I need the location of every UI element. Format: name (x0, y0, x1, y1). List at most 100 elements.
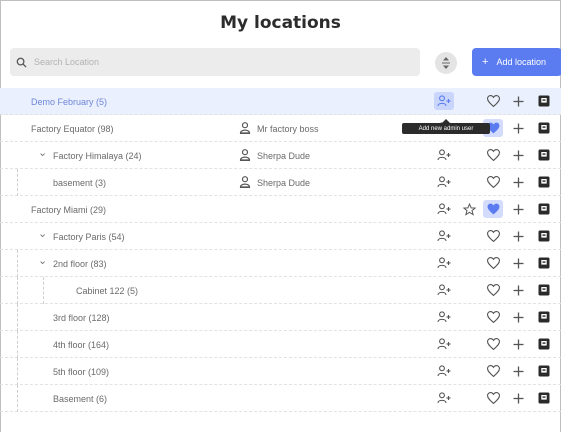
add-admin-user-icon[interactable] (434, 173, 454, 191)
heart-icon[interactable] (483, 200, 503, 218)
location-row[interactable]: Demo February (5) (0, 88, 561, 115)
add-admin-user-icon[interactable] (434, 227, 454, 245)
tree-guide-line (17, 169, 18, 196)
tree-guide-line (17, 277, 18, 304)
device-box-icon[interactable] (534, 227, 554, 245)
search-bar[interactable] (10, 48, 420, 76)
location-name[interactable]: 4th floor (164) (53, 340, 109, 350)
location-name[interactable]: Factory Himalaya (24) (53, 151, 142, 161)
chevron-down-icon[interactable]: ⌄ (38, 254, 47, 267)
device-box-icon[interactable] (534, 92, 554, 110)
heart-icon[interactable] (483, 281, 503, 299)
device-box-icon[interactable] (534, 335, 554, 353)
tree-guide-line (17, 385, 18, 412)
star-icon[interactable] (459, 200, 479, 218)
sort-icon (442, 57, 450, 69)
page-title: My locations (220, 13, 341, 33)
location-admin: Sherpa Dude (239, 149, 310, 163)
tree-guide-line (17, 358, 18, 385)
heart-icon[interactable] (483, 173, 503, 191)
location-row[interactable]: 3rd floor (128) (0, 304, 561, 331)
add-sublocation-icon[interactable] (508, 335, 528, 353)
add-admin-user-icon[interactable] (434, 146, 454, 164)
tree-guide-line (17, 304, 18, 331)
location-name[interactable]: Factory Equator (98) (31, 124, 114, 134)
heart-icon[interactable] (483, 308, 503, 326)
plus-icon: + (482, 56, 489, 68)
location-name[interactable]: Basement (6) (53, 394, 107, 404)
add-admin-user-icon[interactable] (434, 389, 454, 407)
chevron-down-icon[interactable]: ⌄ (38, 227, 47, 240)
device-box-icon[interactable] (534, 308, 554, 326)
location-admin: Sherpa Dude (239, 176, 310, 190)
location-name[interactable]: 5th floor (109) (53, 367, 109, 377)
admin-name: Sherpa Dude (257, 151, 311, 161)
sort-button[interactable] (435, 52, 457, 74)
tree-guide-line (17, 250, 18, 277)
location-name[interactable]: Factory Paris (54) (53, 232, 125, 242)
device-box-icon[interactable] (534, 254, 554, 272)
tooltip-text: Add new admin user (418, 125, 474, 132)
heart-icon[interactable] (483, 362, 503, 380)
add-location-button[interactable]: + Add location (472, 48, 561, 76)
heart-icon[interactable] (483, 92, 503, 110)
device-box-icon[interactable] (534, 389, 554, 407)
location-row[interactable]: ⌄ Factory Paris (54) (0, 223, 561, 250)
add-admin-user-icon[interactable] (434, 335, 454, 353)
admin-name: Sherpa Dude (257, 178, 311, 188)
heart-icon[interactable] (483, 227, 503, 245)
locations-list: Demo February (5) Factory Equator (98) Mr … (0, 88, 561, 412)
location-name[interactable]: Demo February (5) (31, 97, 107, 107)
admin-user-icon (239, 176, 251, 190)
location-name[interactable]: Cabinet 122 (5) (76, 286, 138, 296)
tooltip: Add new admin user (402, 119, 490, 134)
location-row[interactable]: Basement (6) (0, 385, 561, 412)
device-box-icon[interactable] (534, 146, 554, 164)
search-icon (16, 57, 27, 68)
add-admin-user-icon[interactable] (434, 281, 454, 299)
add-sublocation-icon[interactable] (508, 173, 528, 191)
device-box-icon[interactable] (534, 119, 554, 137)
add-sublocation-icon[interactable] (508, 146, 528, 164)
device-box-icon[interactable] (534, 281, 554, 299)
location-row[interactable]: ⌄ Factory Himalaya (24) Sherpa Dude (0, 142, 561, 169)
heart-icon[interactable] (483, 335, 503, 353)
add-sublocation-icon[interactable] (508, 119, 528, 137)
add-location-label: Add location (496, 57, 546, 67)
tree-guide-line (43, 277, 44, 304)
device-box-icon[interactable] (534, 200, 554, 218)
add-sublocation-icon[interactable] (508, 227, 528, 245)
admin-user-icon (239, 149, 251, 163)
search-input[interactable] (34, 57, 394, 67)
location-name[interactable]: 2nd floor (83) (53, 259, 107, 269)
admin-name: Mr factory boss (257, 124, 319, 134)
location-row[interactable]: 4th floor (164) (0, 331, 561, 358)
location-row[interactable]: basement (3) Sherpa Dude (0, 169, 561, 196)
add-sublocation-icon[interactable] (508, 281, 528, 299)
add-admin-user-icon[interactable] (434, 254, 454, 272)
heart-icon[interactable] (483, 146, 503, 164)
add-sublocation-icon[interactable] (508, 92, 528, 110)
chevron-down-icon[interactable]: ⌄ (38, 146, 47, 159)
location-name[interactable]: 3rd floor (128) (53, 313, 110, 323)
add-admin-user-icon[interactable] (434, 200, 454, 218)
location-name[interactable]: Factory Miami (29) (31, 205, 106, 215)
location-row[interactable]: Factory Miami (29) (0, 196, 561, 223)
add-sublocation-icon[interactable] (508, 362, 528, 380)
heart-icon[interactable] (483, 254, 503, 272)
location-name[interactable]: basement (3) (53, 178, 106, 188)
add-sublocation-icon[interactable] (508, 389, 528, 407)
add-sublocation-icon[interactable] (508, 254, 528, 272)
device-box-icon[interactable] (534, 362, 554, 380)
add-admin-user-icon[interactable] (434, 308, 454, 326)
add-admin-user-icon[interactable] (434, 362, 454, 380)
device-box-icon[interactable] (534, 173, 554, 191)
heart-icon[interactable] (483, 389, 503, 407)
location-row[interactable]: ⌄ 2nd floor (83) (0, 250, 561, 277)
location-admin: Mr factory boss (239, 122, 319, 136)
location-row[interactable]: 5th floor (109) (0, 358, 561, 385)
add-admin-user-icon[interactable] (434, 92, 454, 110)
add-sublocation-icon[interactable] (508, 200, 528, 218)
location-row[interactable]: Cabinet 122 (5) (0, 277, 561, 304)
add-sublocation-icon[interactable] (508, 308, 528, 326)
